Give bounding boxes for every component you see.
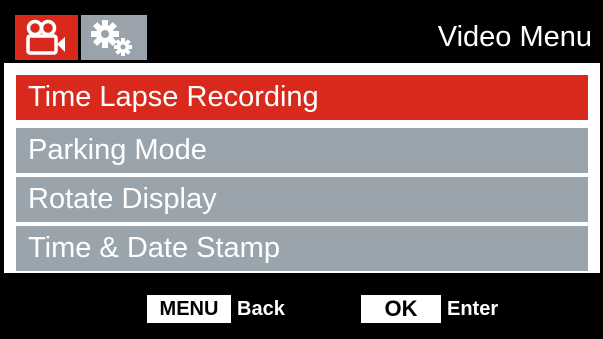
menu-item-time-lapse-recording[interactable]: Time Lapse Recording (16, 75, 588, 120)
footer-bar: MENU Back OK Enter (1, 275, 602, 338)
enter-label: Enter (447, 298, 499, 320)
tab-settings[interactable] (81, 15, 147, 60)
menu-item-parking-mode[interactable]: Parking Mode (16, 128, 588, 173)
settings-gears-icon (91, 20, 132, 56)
menu-item-time-date-stamp[interactable]: Time & Date Stamp (16, 226, 588, 271)
back-label: Back (237, 298, 285, 320)
menu-list: Time Lapse Recording Parking Mode Rotate… (4, 63, 600, 273)
menu-key-badge[interactable]: MENU (147, 295, 231, 323)
header-bar: Video Menu (1, 1, 602, 63)
menu-title: Video Menu (437, 21, 592, 53)
ok-key-badge[interactable]: OK (361, 295, 441, 323)
dashcam-screen: Video Menu Time Lapse Recording Parking … (0, 0, 603, 339)
tab-video[interactable] (15, 15, 78, 60)
menu-item-rotate-display[interactable]: Rotate Display (16, 177, 588, 222)
video-camera-icon (26, 19, 65, 55)
